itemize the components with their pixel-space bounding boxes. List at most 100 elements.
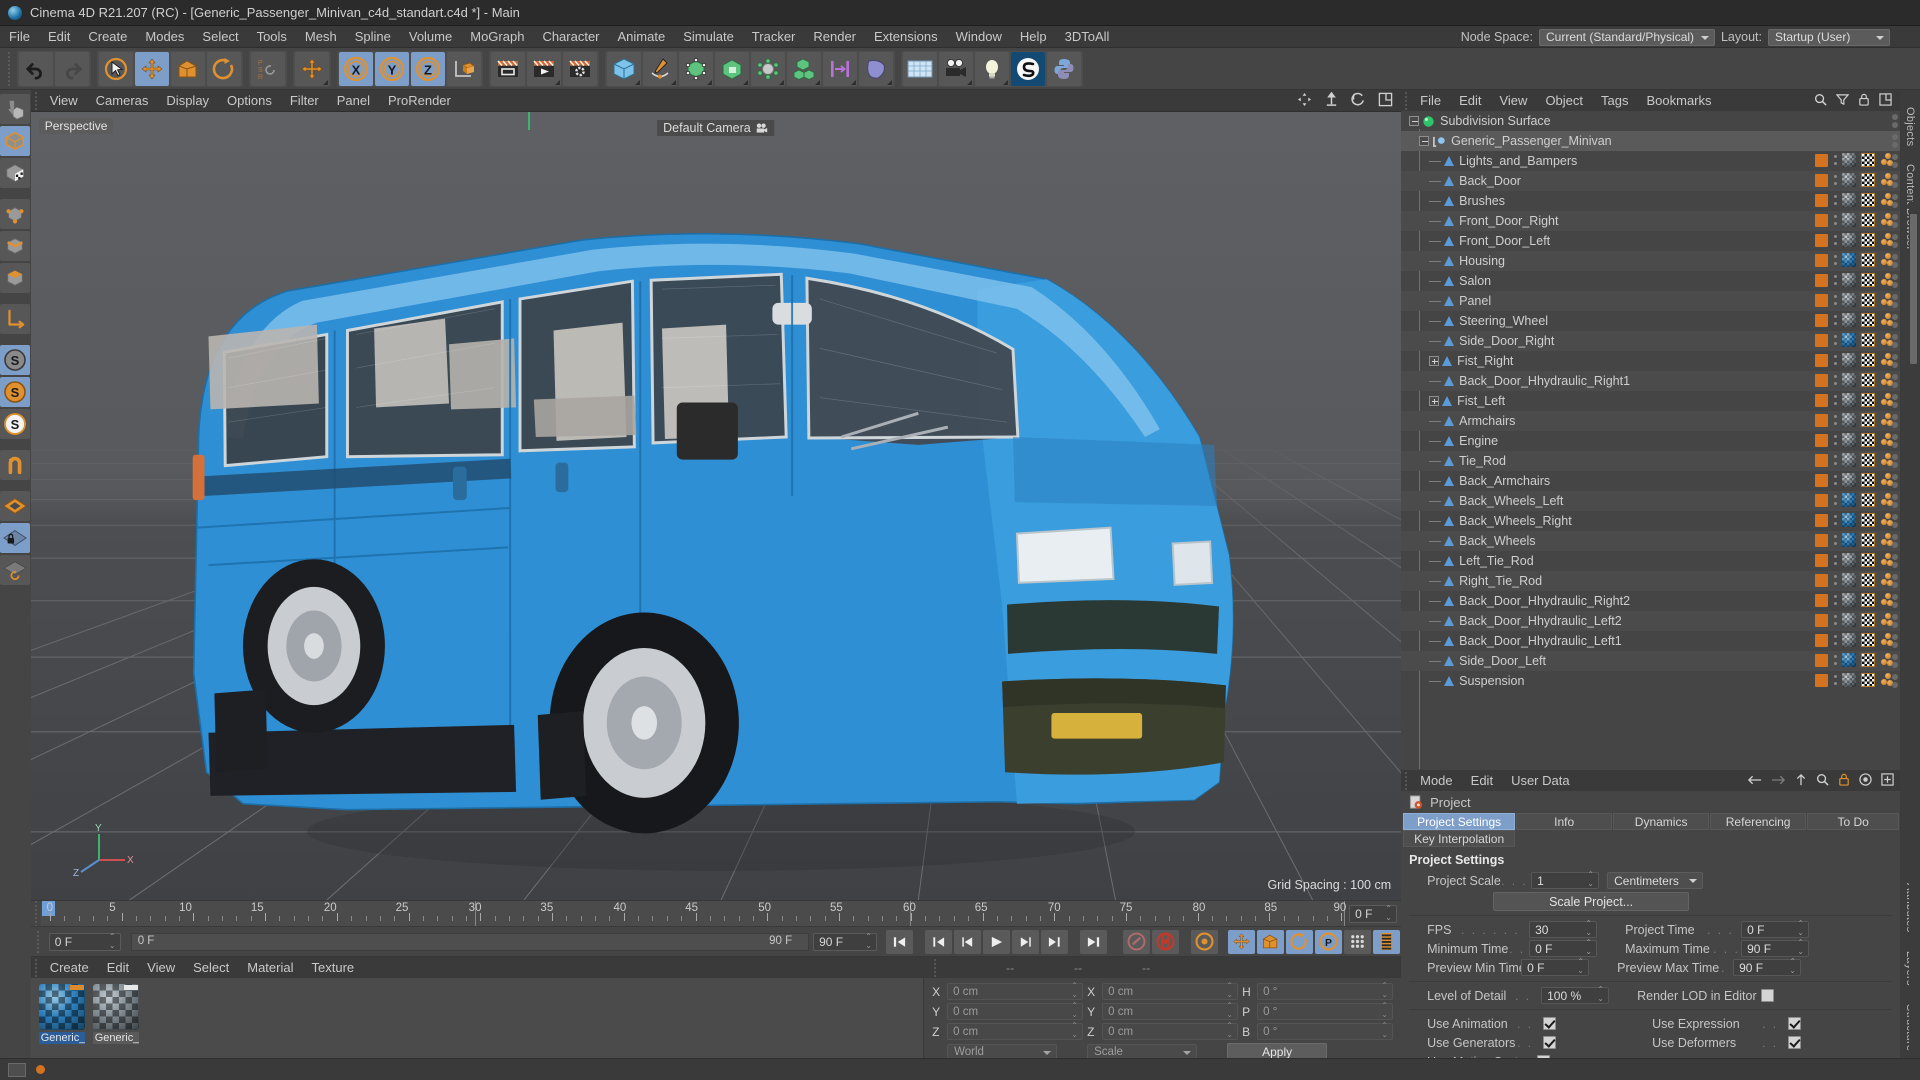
uv-tag-icon[interactable]	[1861, 593, 1876, 607]
visibility-dots-icon[interactable]	[1892, 474, 1900, 488]
use-animation-checkbox[interactable]	[1543, 1017, 1557, 1030]
collapse-expander-icon[interactable]	[1419, 136, 1430, 146]
previous-key-icon[interactable]	[925, 929, 953, 954]
display-tag-icon[interactable]	[1815, 573, 1829, 587]
display-tag-icon[interactable]	[1815, 553, 1829, 567]
uv-tag-icon[interactable]	[1861, 493, 1876, 507]
uv-tag-icon[interactable]	[1861, 233, 1876, 247]
uv-tag-icon[interactable]	[1861, 313, 1876, 327]
uv-tag-icon[interactable]	[1861, 373, 1876, 387]
toolbar-grip[interactable]	[4, 51, 14, 86]
display-tag-icon[interactable]	[1815, 333, 1829, 347]
material-tag-icon[interactable]	[1842, 433, 1857, 447]
rotation-h-field[interactable]: 0 °	[1257, 981, 1394, 1000]
y-axis-icon[interactable]: Y	[375, 51, 409, 86]
display-tag-icon[interactable]	[1815, 273, 1829, 287]
visibility-dots-icon[interactable]	[1892, 594, 1900, 608]
visibility-dots-icon[interactable]	[1892, 234, 1900, 248]
cloth-icon[interactable]	[859, 51, 893, 86]
display-tag-icon[interactable]	[1815, 613, 1829, 627]
previous-frame-icon[interactable]	[954, 929, 982, 954]
lock-icon[interactable]	[1838, 773, 1850, 786]
object-row[interactable]: Right_Tie_Rod	[1401, 571, 1901, 591]
tab-project-settings[interactable]: Project Settings	[1403, 813, 1516, 830]
display-tag-icon[interactable]	[1815, 653, 1829, 667]
visibility-dots-icon[interactable]	[1892, 494, 1900, 508]
mograph-cloner-icon[interactable]	[787, 51, 821, 86]
subdivision-surface-icon[interactable]	[1422, 115, 1435, 128]
axis-modify-icon[interactable]	[0, 304, 31, 334]
material-tag-icon[interactable]	[1842, 473, 1857, 487]
z-axis-icon[interactable]: Z	[411, 51, 445, 86]
object-row[interactable]: Steering_Wheel	[1401, 311, 1900, 331]
object-menu-object[interactable]: Object	[1536, 90, 1592, 111]
tab-to-do[interactable]: To Do	[1807, 813, 1900, 830]
material-tag-icon[interactable]	[1842, 213, 1857, 227]
maximize-view-icon[interactable]	[1378, 92, 1393, 107]
menu-mesh[interactable]: Mesh	[296, 26, 346, 47]
texture-mode-icon[interactable]	[0, 158, 31, 188]
node-space-select[interactable]: Current (Standard/Physical)	[1538, 28, 1715, 46]
preview-min-time-field[interactable]: 0 F	[1521, 957, 1590, 976]
visibility-dots-icon[interactable]	[1892, 254, 1900, 268]
display-tag-icon[interactable]	[1815, 253, 1829, 267]
play-icon[interactable]	[983, 929, 1011, 954]
display-tag-icon[interactable]	[1815, 513, 1829, 527]
viewport-menu-grip[interactable]	[30, 91, 41, 110]
display-tag-icon[interactable]	[1815, 373, 1829, 387]
menu-simulate[interactable]: Simulate	[674, 26, 743, 47]
viewport-menu-prorender[interactable]: ProRender	[379, 90, 460, 111]
forward-arrow-icon[interactable]	[1771, 774, 1786, 786]
object-row[interactable]: Back_Wheels_Right	[1401, 511, 1900, 531]
field-icon[interactable]	[823, 51, 857, 86]
record-icon[interactable]	[1859, 773, 1872, 786]
object-menu-view[interactable]: View	[1490, 90, 1536, 111]
deformer-icon[interactable]	[751, 51, 785, 86]
uv-tag-icon[interactable]	[1861, 553, 1876, 567]
material-menu-material[interactable]: Material	[238, 957, 302, 978]
move-icon[interactable]	[135, 51, 169, 86]
viewport-menu-filter[interactable]: Filter	[281, 90, 328, 111]
timeline-ruler[interactable]: 0 5 10 15 20 25 30 35 40 45 50 55 60 65 …	[40, 901, 1346, 926]
material-tag-icon[interactable]	[1842, 353, 1857, 367]
object-row[interactable]: Back_Wheels_Left	[1401, 491, 1901, 511]
visibility-dots-icon[interactable]	[1892, 674, 1900, 688]
menu-tracker[interactable]: Tracker	[743, 26, 805, 47]
cube-icon[interactable]	[607, 51, 641, 86]
menu-select[interactable]: Select	[193, 26, 247, 47]
material-tag-icon[interactable]	[1842, 553, 1857, 567]
polygon-object-icon[interactable]	[1444, 436, 1455, 446]
workplane-icon[interactable]	[0, 491, 31, 521]
object-row[interactable]: Brushes	[1401, 191, 1900, 211]
menu-edit[interactable]: Edit	[39, 26, 79, 47]
object-row[interactable]: Tie_Rod	[1401, 451, 1901, 471]
object-row[interactable]: Armchairs	[1401, 411, 1901, 431]
object-row[interactable]: Suspension	[1401, 671, 1900, 691]
filter-icon[interactable]	[1836, 93, 1850, 106]
visibility-dots-icon[interactable]	[1892, 394, 1900, 408]
material-tag-icon[interactable]	[1842, 233, 1857, 247]
polygon-object-icon[interactable]	[1444, 296, 1455, 306]
polygon-object-icon[interactable]	[1442, 396, 1453, 406]
display-tag-icon[interactable]	[1815, 453, 1829, 467]
material-menu-edit[interactable]: Edit	[98, 957, 138, 978]
uv-tag-icon[interactable]	[1861, 333, 1876, 347]
object-row[interactable]: Engine	[1401, 431, 1900, 451]
end-frame-field[interactable]: 90 F	[813, 932, 878, 951]
display-tag-icon[interactable]	[1815, 493, 1829, 507]
polygon-object-icon[interactable]	[1444, 496, 1455, 506]
material-tag-icon[interactable]	[1842, 393, 1857, 407]
polygon-object-icon[interactable]	[1444, 596, 1455, 606]
material-menu-view[interactable]: View	[138, 957, 184, 978]
visibility-dots-icon[interactable]	[1892, 514, 1900, 528]
polygon-object-icon[interactable]	[1444, 576, 1455, 586]
display-tag-icon[interactable]	[1815, 633, 1829, 647]
material-tag-icon[interactable]	[1842, 373, 1857, 387]
uv-tag-icon[interactable]	[1861, 293, 1876, 307]
display-tag-icon[interactable]	[1815, 193, 1829, 207]
object-row[interactable]: Subdivision Surface	[1401, 111, 1900, 131]
material-tag-icon[interactable]	[1842, 293, 1857, 307]
viewport-camera-label[interactable]: Default Camera	[657, 120, 775, 136]
material-tag-icon[interactable]	[1842, 593, 1857, 607]
menu-tools[interactable]: Tools	[248, 26, 296, 47]
